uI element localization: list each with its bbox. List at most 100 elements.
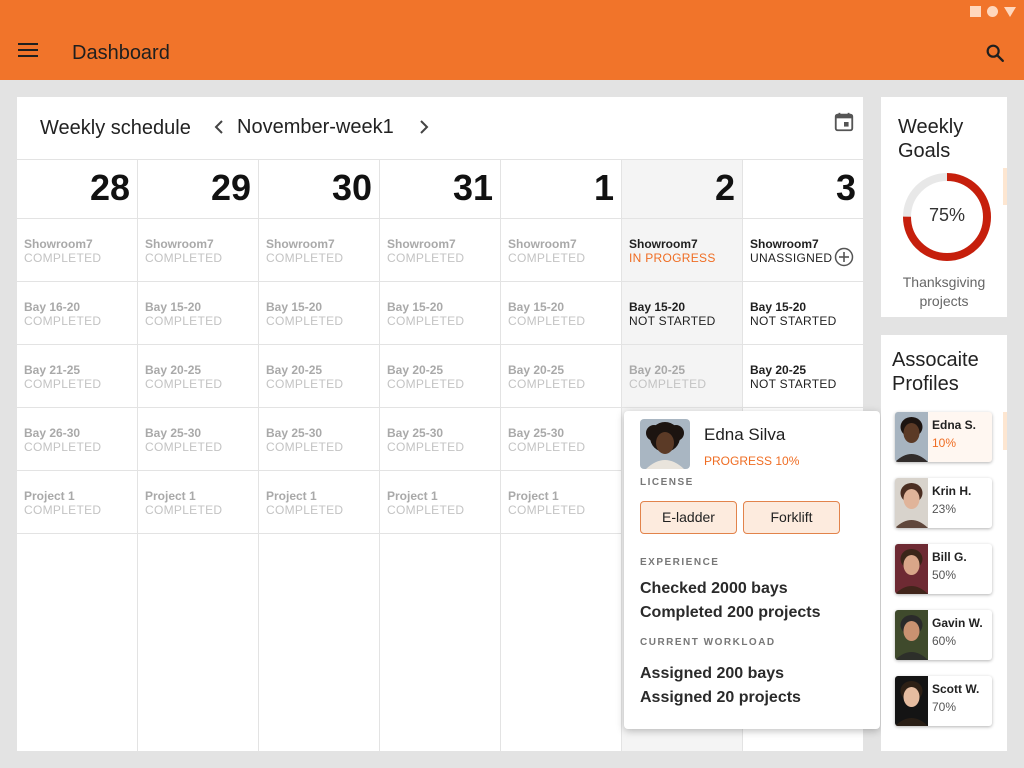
slot-location: Bay 26-30 — [24, 426, 81, 440]
schedule-slot[interactable]: Showroom7 IN PROGRESS — [622, 219, 742, 282]
slot-location: Showroom7 — [145, 237, 214, 251]
profile-card[interactable]: Edna S. 10% — [895, 412, 992, 462]
license-chip-e-ladder[interactable]: E-ladder — [640, 501, 737, 534]
schedule-slot[interactable]: Bay 20-25 COMPLETED — [259, 345, 379, 408]
day-number: 28 — [17, 160, 137, 219]
schedule-slot[interactable]: Bay 16-20 COMPLETED — [17, 282, 137, 345]
slot-location: Showroom7 — [266, 237, 335, 251]
schedule-slot[interactable]: Showroom7 UNASSIGNED — [743, 219, 863, 282]
slot-status: COMPLETED — [24, 314, 102, 328]
slot-location: Bay 21-25 — [24, 363, 81, 377]
schedule-slot[interactable]: Showroom7 COMPLETED — [380, 219, 500, 282]
slot-status: COMPLETED — [266, 251, 344, 265]
slot-location: Bay 20-25 — [387, 363, 444, 377]
schedule-slot[interactable]: Bay 20-25 COMPLETED — [622, 345, 742, 408]
workload-line: Assigned 200 bays — [640, 665, 785, 682]
slot-status: COMPLETED — [387, 314, 465, 328]
schedule-slot[interactable]: Showroom7 COMPLETED — [138, 219, 258, 282]
chevron-right-icon[interactable] — [417, 118, 431, 136]
page-title: Dashboard — [72, 42, 170, 64]
slot-status: NOT STARTED — [750, 314, 837, 328]
slot-location: Bay 25-30 — [266, 426, 323, 440]
schedule-slot[interactable]: Bay 26-30 COMPLETED — [17, 408, 137, 471]
schedule-slot[interactable]: Bay 25-30 COMPLETED — [380, 408, 500, 471]
schedule-slot[interactable]: Bay 25-30 COMPLETED — [259, 408, 379, 471]
day-number: 29 — [138, 160, 258, 219]
schedule-slot[interactable]: Bay 15-20 COMPLETED — [501, 282, 621, 345]
day-column: 1 Showroom7 COMPLETED Bay 15-20 COMPLETED Bay… — [501, 160, 622, 751]
profile-card[interactable]: Krin H. 23% — [895, 478, 992, 528]
schedule-slot[interactable]: Bay 20-25 NOT STARTED — [743, 345, 863, 408]
profiles-title: Assocaite Profiles — [892, 349, 979, 395]
circle-icon — [987, 6, 998, 17]
add-circle-icon[interactable] — [834, 247, 854, 267]
profile-card[interactable]: Scott W. 70% — [895, 676, 992, 726]
slot-location: Bay 15-20 — [508, 300, 565, 314]
calendar-icon[interactable] — [833, 111, 855, 133]
schedule-slot[interactable]: Bay 25-30 COMPLETED — [138, 408, 258, 471]
slot-status: COMPLETED — [387, 251, 465, 265]
slot-location: Bay 15-20 — [387, 300, 444, 314]
slot-status: COMPLETED — [266, 440, 344, 454]
scrollbar[interactable] — [1003, 412, 1007, 450]
profile-card[interactable]: Bill G. 50% — [895, 544, 992, 594]
schedule-slot[interactable]: Showroom7 COMPLETED — [17, 219, 137, 282]
schedule-slot[interactable]: Bay 15-20 COMPLETED — [380, 282, 500, 345]
day-number: 3 — [743, 160, 863, 219]
profile-name: Bill G. — [932, 550, 967, 564]
search-icon[interactable] — [984, 42, 1006, 64]
schedule-slot[interactable]: Showroom7 COMPLETED — [501, 219, 621, 282]
schedule-slot[interactable]: Project 1 COMPLETED — [380, 471, 500, 534]
slot-location: Bay 25-30 — [508, 426, 565, 440]
schedule-slot[interactable]: Bay 21-25 COMPLETED — [17, 345, 137, 408]
slot-status: COMPLETED — [24, 377, 102, 391]
slot-location: Bay 16-20 — [24, 300, 81, 314]
schedule-slot[interactable]: Project 1 COMPLETED — [501, 471, 621, 534]
slot-location: Showroom7 — [387, 237, 456, 251]
slot-status: COMPLETED — [145, 503, 223, 517]
schedule-slot[interactable]: Bay 15-20 COMPLETED — [138, 282, 258, 345]
weekly-goals-card: Weekly Goals 75% Thanksgiving projects — [881, 97, 1007, 317]
schedule-header: Weekly schedule November-week1 — [17, 97, 863, 160]
schedule-slot[interactable]: Bay 20-25 COMPLETED — [138, 345, 258, 408]
scrollbar[interactable] — [1003, 168, 1007, 205]
slot-location: Project 1 — [24, 489, 75, 503]
associate-progress: PROGRESS 10% — [704, 454, 800, 468]
slot-location: Bay 20-25 — [629, 363, 686, 377]
goals-caption: Thanksgiving projects — [902, 274, 986, 309]
associate-detail-popup: Edna Silva PROGRESS 10% LICENSE E-ladder… — [624, 411, 880, 729]
system-status-icons — [970, 6, 1016, 17]
slot-location: Project 1 — [387, 489, 438, 503]
slot-location: Showroom7 — [629, 237, 698, 251]
license-chip-forklift[interactable]: Forklift — [743, 501, 840, 534]
schedule-slot[interactable]: Project 1 COMPLETED — [17, 471, 137, 534]
schedule-slot[interactable]: Bay 15-20 NOT STARTED — [622, 282, 742, 345]
slot-status: COMPLETED — [508, 314, 586, 328]
slot-status: COMPLETED — [387, 503, 465, 517]
schedule-slot[interactable]: Bay 25-30 COMPLETED — [501, 408, 621, 471]
triangle-icon — [1004, 6, 1016, 17]
schedule-slot[interactable]: Bay 15-20 NOT STARTED — [743, 282, 863, 345]
schedule-slot[interactable]: Project 1 COMPLETED — [259, 471, 379, 534]
app-bar: Dashboard — [0, 0, 1024, 80]
slot-location: Bay 20-25 — [145, 363, 202, 377]
profile-progress: 60% — [932, 634, 957, 648]
slot-status: COMPLETED — [508, 503, 586, 517]
avatar — [895, 676, 928, 726]
profile-progress: 50% — [932, 568, 957, 582]
chevron-left-icon[interactable] — [212, 118, 226, 136]
slot-location: Bay 15-20 — [629, 300, 686, 314]
slot-location: Project 1 — [145, 489, 196, 503]
profile-card[interactable]: Gavin W. 60% — [895, 610, 992, 660]
schedule-slot[interactable]: Bay 15-20 COMPLETED — [259, 282, 379, 345]
workload-line: Assigned 20 projects — [640, 689, 801, 706]
schedule-slot[interactable]: Bay 20-25 COMPLETED — [501, 345, 621, 408]
schedule-slot[interactable]: Bay 20-25 COMPLETED — [380, 345, 500, 408]
profile-name: Gavin W. — [932, 616, 983, 630]
profile-progress: 70% — [932, 700, 957, 714]
slot-location: Bay 15-20 — [750, 300, 807, 314]
schedule-slot[interactable]: Project 1 COMPLETED — [138, 471, 258, 534]
menu-icon[interactable] — [18, 43, 38, 59]
schedule-slot[interactable]: Showroom7 COMPLETED — [259, 219, 379, 282]
day-number: 30 — [259, 160, 379, 219]
